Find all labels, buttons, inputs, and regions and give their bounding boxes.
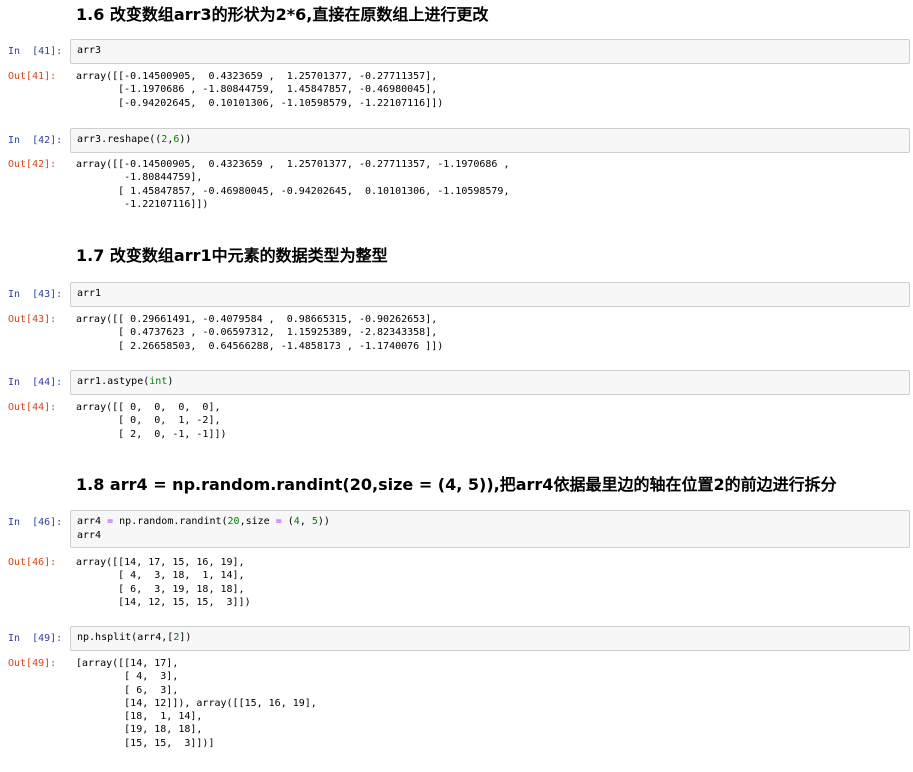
cell-output: [array([[14, 17], [ 4, 3], [ 6, 3], [14,…: [76, 658, 317, 749]
code-input-cell[interactable]: arr3.reshape((2,6)): [70, 128, 910, 153]
input-prompt: In [42]:: [8, 135, 63, 146]
code-text: arr4 = np.random.randint(20,size = (4, 5…: [77, 516, 330, 541]
input-prompt: In [46]:: [8, 517, 63, 528]
input-prompt: In [49]:: [8, 633, 63, 644]
code-text: arr3.reshape((2,6)): [77, 134, 192, 145]
code-input-cell[interactable]: arr1: [70, 282, 910, 307]
section-heading-1-7: 1.7 改变数组arr1中元素的数据类型为整型: [76, 246, 388, 265]
input-prompt: In [43]:: [8, 289, 63, 300]
input-prompt: In [44]:: [8, 377, 63, 388]
code-text: np.hsplit(arr4,[2]): [77, 632, 192, 643]
output-prompt: Out[41]:: [8, 71, 57, 82]
code-input-cell[interactable]: arr3: [70, 39, 910, 64]
code-text: arr3: [77, 45, 102, 56]
cell-output: array([[14, 17, 15, 16, 19], [ 4, 3, 18,…: [76, 557, 251, 608]
output-prompt: Out[49]:: [8, 658, 57, 669]
cell-output: array([[ 0, 0, 0, 0], [ 0, 0, 1, -2], [ …: [76, 402, 227, 440]
cell-output: array([[-0.14500905, 0.4323659 , 1.25701…: [76, 71, 444, 109]
output-prompt: Out[46]:: [8, 557, 57, 568]
output-prompt: Out[44]:: [8, 402, 57, 413]
cell-output: array([[ 0.29661491, -0.4079584 , 0.9866…: [76, 314, 444, 352]
code-input-cell[interactable]: arr4 = np.random.randint(20,size = (4, 5…: [70, 510, 910, 548]
section-heading-1-8: 1.8 arr4 = np.random.randint(20,size = (…: [76, 475, 837, 494]
input-prompt: In [41]:: [8, 46, 63, 57]
output-prompt: Out[42]:: [8, 159, 57, 170]
code-input-cell[interactable]: np.hsplit(arr4,[2]): [70, 626, 910, 651]
output-prompt: Out[43]:: [8, 314, 57, 325]
code-text: arr1: [77, 288, 102, 299]
cell-output: array([[-0.14500905, 0.4323659 , 1.25701…: [76, 159, 510, 210]
section-heading-1-6: 1.6 改变数组arr3的形状为2*6,直接在原数组上进行更改: [76, 5, 489, 24]
code-text: arr1.astype(int): [77, 376, 174, 387]
code-input-cell[interactable]: arr1.astype(int): [70, 370, 910, 395]
